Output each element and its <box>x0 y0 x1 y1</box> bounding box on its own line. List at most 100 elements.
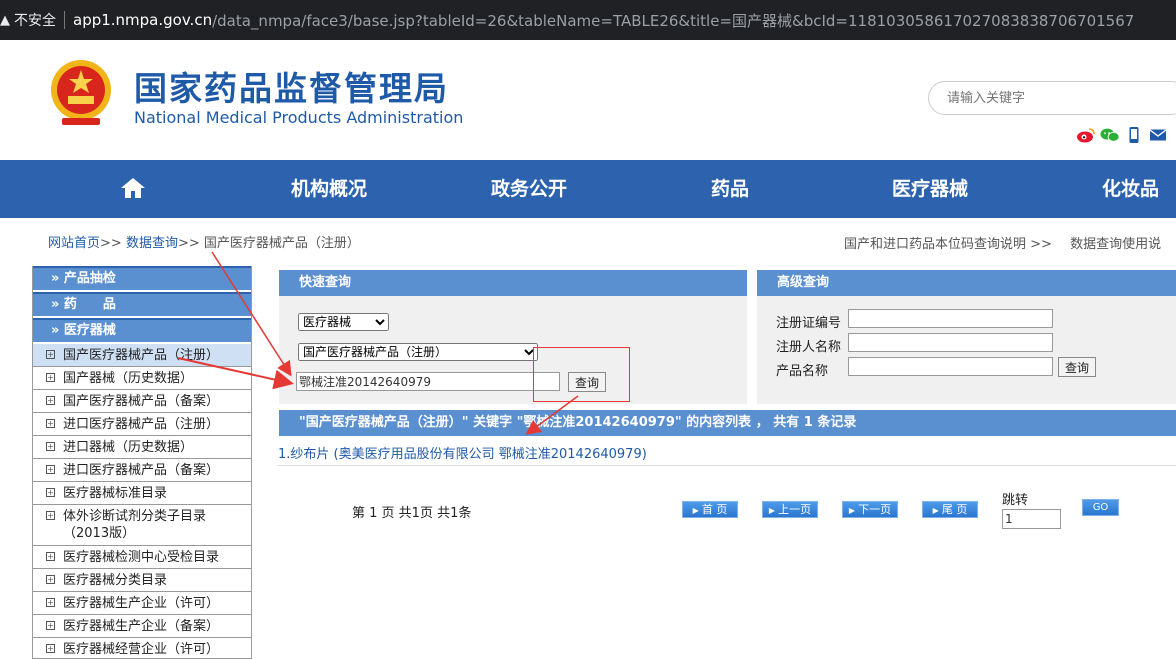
prev-page-label: 上一页 <box>778 503 812 516</box>
plus-box-icon: + <box>46 373 55 382</box>
product-name-label: 产品名称 <box>776 364 829 379</box>
plus-box-icon: + <box>46 465 55 474</box>
sidebar-item-label: 进口器械（历史数据） <box>63 440 194 455</box>
prev-page-button[interactable]: ▶ 上一页 <box>762 501 818 518</box>
annotation-red-box <box>533 347 630 402</box>
result-item-link[interactable]: 1.纱布片 (奥美医疗用品股份有限公司 鄂械注准20142640979) <box>278 443 647 462</box>
plus-box-icon: + <box>46 575 55 584</box>
plus-box-icon: + <box>46 488 55 497</box>
wechat-icon[interactable] <box>1100 126 1120 144</box>
plus-box-icon: + <box>46 552 55 561</box>
last-page-button[interactable]: ▶ 尾 页 <box>922 501 978 518</box>
sidebar-item-label: 医疗器械经营企业（许可） <box>63 642 220 657</box>
site-title-cn[interactable]: 国家药品监督管理局 <box>134 62 449 110</box>
weibo-icon[interactable] <box>1076 126 1096 144</box>
plus-box-icon: + <box>46 396 55 405</box>
sidebar-item[interactable]: + 进口器械（历史数据） <box>33 436 251 459</box>
sidebar-item[interactable]: + 进口医疗器械产品（注册） <box>33 413 251 436</box>
browser-address-bar[interactable]: ▲ 不安全 app1.nmpa.gov.cn/data_nmpa/face3/b… <box>0 0 1176 40</box>
play-icon: ▶ <box>692 506 699 515</box>
home-icon[interactable] <box>120 177 146 203</box>
nav-item-government-affairs[interactable]: 政务公开 <box>491 160 567 218</box>
sidebar-item[interactable]: + 国产器械（历史数据） <box>33 367 251 390</box>
last-page-label: 尾 页 <box>941 503 968 516</box>
sidebar-item[interactable]: + 医疗器械生产企业（许可） <box>33 592 251 615</box>
plus-box-icon: + <box>46 442 55 451</box>
play-icon: ▶ <box>932 506 939 515</box>
keyword-input[interactable]: 鄂械注准20142640979 <box>296 372 560 391</box>
sidebar-item-label: 医疗器械生产企业（备案） <box>63 619 220 634</box>
advanced-query-header: 高级查询 <box>757 270 1176 296</box>
sidebar-item-label: 国产医疗器械产品（注册） <box>63 348 220 363</box>
nav-item-medical-devices[interactable]: 医疗器械 <box>892 160 968 218</box>
data-query-help-link[interactable]: 数据查询使用说 <box>1070 237 1161 252</box>
plus-box-icon: + <box>46 644 55 653</box>
mobile-icon[interactable] <box>1124 126 1144 144</box>
url-host: app1.nmpa.gov.cn <box>73 11 213 29</box>
sidebar-item-label: 进口医疗器械产品（备案） <box>63 463 220 478</box>
plus-box-icon: + <box>46 350 55 359</box>
play-icon: ▶ <box>768 506 776 515</box>
address-separator <box>64 11 65 29</box>
first-page-label: 首 页 <box>701 503 728 516</box>
insecure-label: 不安全 <box>14 13 56 29</box>
jump-label: 跳转 <box>1002 493 1029 508</box>
sidebar-item[interactable]: + 医疗器械检测中心受检目录 <box>33 546 251 569</box>
sidebar-item-label: 医疗器械检测中心受检目录 <box>63 550 220 565</box>
table-select[interactable]: 国产医疗器械产品（注册） <box>298 343 538 361</box>
breadcrumb-current: 国产医疗器械产品（注册） <box>203 236 360 251</box>
next-page-label: 下一页 <box>858 503 892 516</box>
sidebar-item-label: 体外诊断试剂分类子目录（2013版） <box>63 509 207 541</box>
search-input[interactable] <box>928 81 1176 115</box>
sidebar-item[interactable]: + 医疗器械标准目录 <box>33 482 251 505</box>
url-path: /data_nmpa/face3/base.jsp?tableId=26&tab… <box>212 11 1135 30</box>
product-name-input[interactable] <box>848 357 1053 376</box>
sidebar-item-label: 国产器械（历史数据） <box>63 371 194 386</box>
go-button[interactable]: GO <box>1082 499 1119 516</box>
warning-icon: ▲ <box>0 12 10 28</box>
results-header: "国产医疗器械产品（注册）" 关键字 "鄂械注准20142640979" 的内容… <box>279 410 1176 436</box>
play-icon: ▶ <box>848 506 856 515</box>
advanced-query-button[interactable]: 查询 <box>1058 357 1097 377</box>
plus-box-icon: + <box>46 621 55 630</box>
sidebar-item[interactable]: + 医疗器械分类目录 <box>33 569 251 592</box>
sidebar-head-product-sampling[interactable]: » 产品抽检 <box>33 266 251 290</box>
sidebar-head-drugs[interactable]: » 药 品 <box>33 292 251 316</box>
drug-code-help-link[interactable]: 国产和进口药品本位码查询说明 >> <box>844 237 1052 252</box>
breadcrumb-home[interactable]: 网站首页 <box>48 236 100 251</box>
sidebar-item-label: 进口医疗器械产品（注册） <box>63 417 220 432</box>
results-divider <box>278 465 1176 466</box>
social-links <box>1076 126 1168 144</box>
breadcrumb-separator: >> <box>177 236 200 251</box>
nav-item-about[interactable]: 机构概况 <box>291 160 367 218</box>
next-page-button[interactable]: ▶ 下一页 <box>842 501 898 518</box>
breadcrumb-separator: >> <box>100 236 122 251</box>
sidebar-item[interactable]: + 国产医疗器械产品（备案） <box>33 390 251 413</box>
national-emblem-icon <box>48 56 114 132</box>
first-page-button[interactable]: ▶ 首 页 <box>682 501 738 518</box>
jump-page-input[interactable]: 1 <box>1002 509 1061 529</box>
breadcrumb-data-query[interactable]: 数据查询 <box>126 236 178 251</box>
sidebar-item[interactable]: + 医疗器械经营企业（许可） <box>33 638 251 658</box>
plus-box-icon: + <box>46 511 55 520</box>
sidebar-head-medical-devices[interactable]: » 医疗器械 <box>33 318 251 342</box>
sidebar-item-label: 国产医疗器械产品（备案） <box>63 394 220 409</box>
sidebar-item[interactable]: + 体外诊断试剂分类子目录（2013版） <box>33 505 251 546</box>
registration-no-label: 注册证编号 <box>776 316 842 331</box>
plus-box-icon: + <box>46 598 55 607</box>
site-title-en: National Medical Products Administration <box>134 108 464 127</box>
mail-icon[interactable] <box>1148 126 1168 144</box>
registration-no-input[interactable] <box>848 309 1053 328</box>
registrant-name-input[interactable] <box>848 333 1053 352</box>
registrant-name-label: 注册人名称 <box>776 340 842 355</box>
sidebar: » 产品抽检 » 药 品 » 医疗器械 + 国产医疗器械产品（注册） + 国产器械（… <box>32 266 252 659</box>
nav-item-drugs[interactable]: 药品 <box>711 160 749 218</box>
page-info: 第 1 页 共1页 共1条 <box>352 506 472 521</box>
sidebar-item-label: 医疗器械标准目录 <box>63 486 168 501</box>
sidebar-item[interactable]: + 进口医疗器械产品（备案） <box>33 459 251 482</box>
nav-item-cosmetics[interactable]: 化妆品 <box>1102 160 1159 218</box>
category-select[interactable]: 医疗器械 <box>298 313 389 331</box>
breadcrumb: 网站首页>> 数据查询>> 国产医疗器械产品（注册） <box>48 232 360 251</box>
sidebar-item[interactable]: + 国产医疗器械产品（注册） <box>33 344 251 367</box>
sidebar-item[interactable]: + 医疗器械生产企业（备案） <box>33 615 251 638</box>
